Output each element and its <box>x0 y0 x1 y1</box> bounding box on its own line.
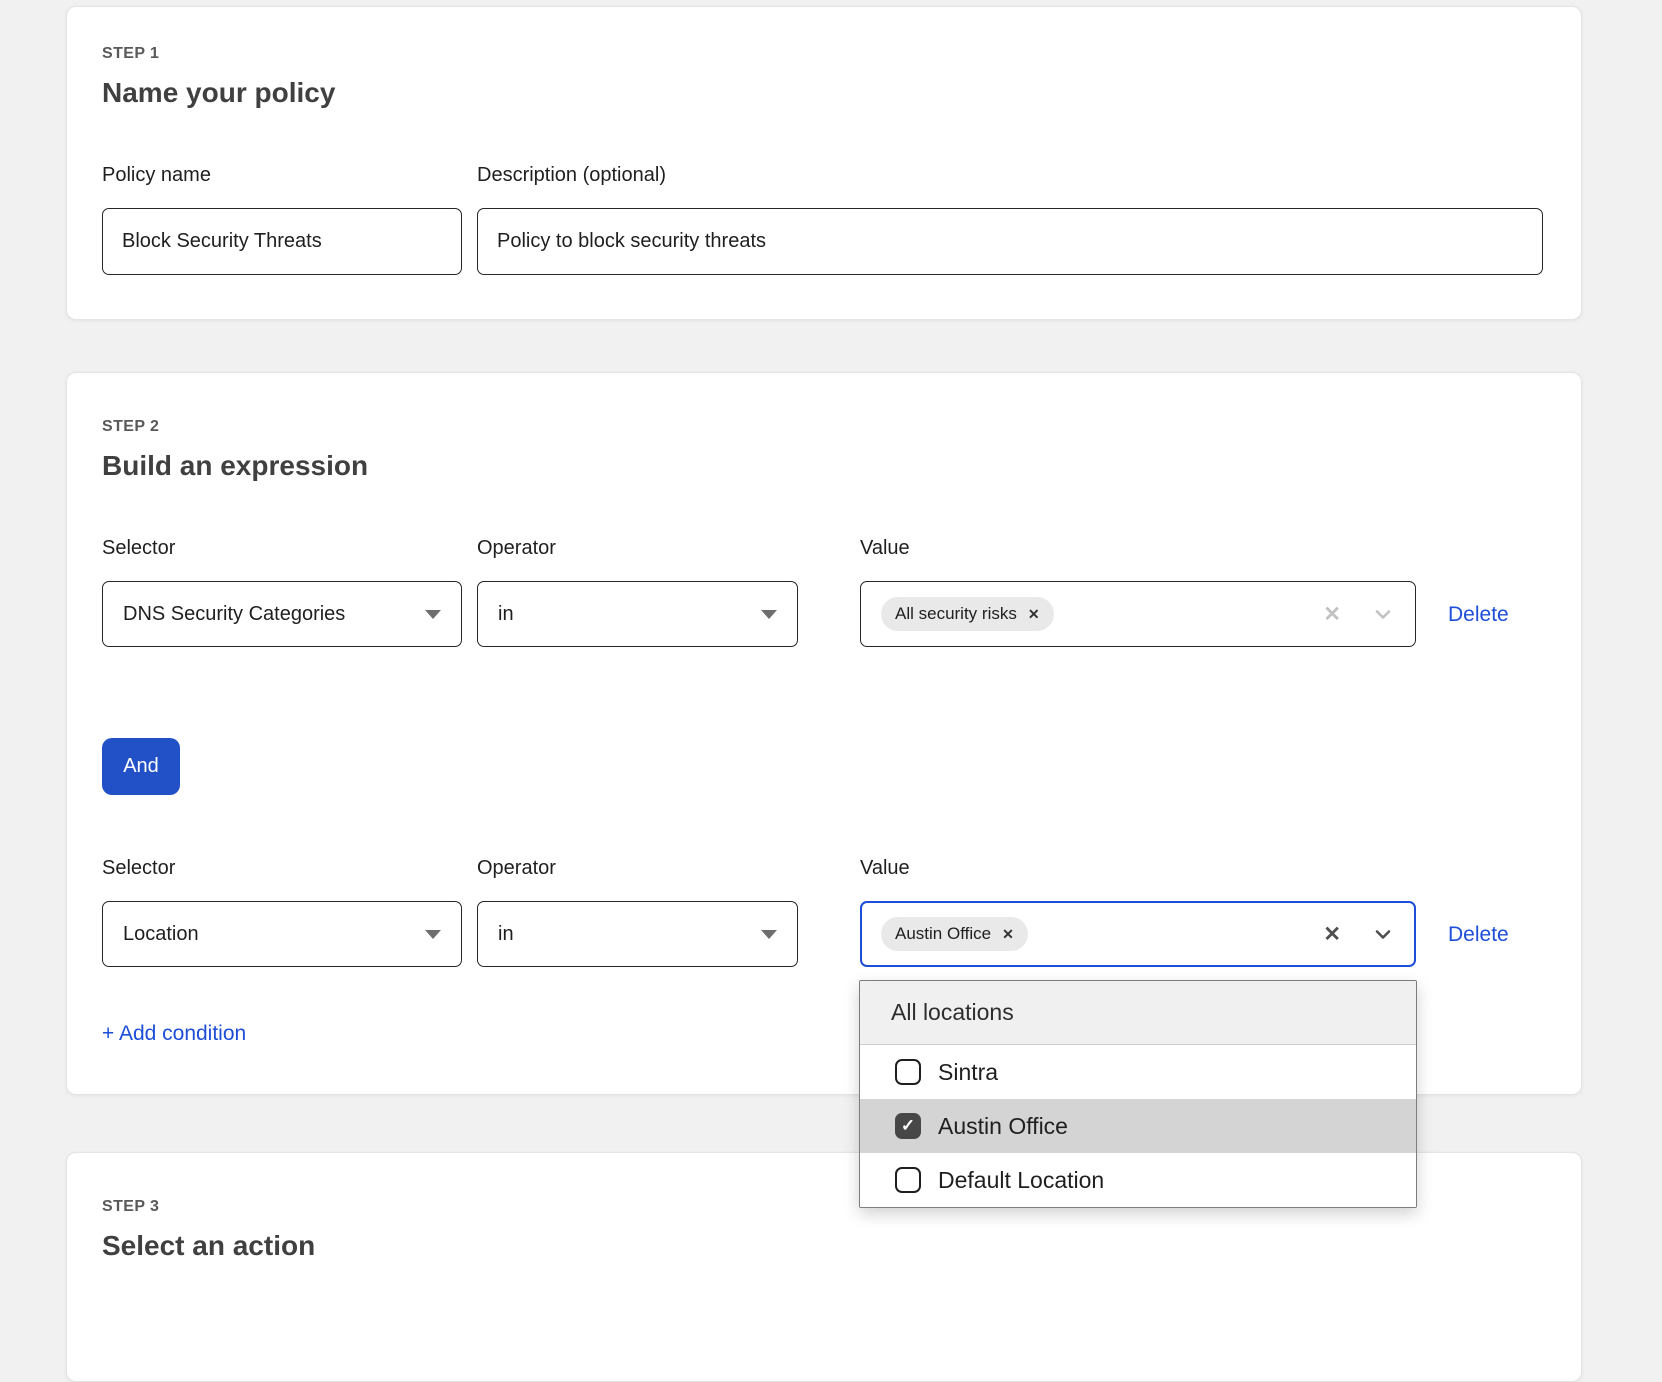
selector-label-2: Selector <box>102 857 462 880</box>
operator-value-1: in <box>498 603 514 626</box>
triangle-down-icon <box>761 930 777 939</box>
value-column-2: Value Austin Office ✕ ✕ All locations <box>860 857 1416 967</box>
description-input[interactable]: Policy to block security threats <box>477 208 1543 275</box>
dropdown-header-all-locations[interactable]: All locations <box>860 981 1416 1045</box>
condition-row-2: Selector Location Operator in Value Aust… <box>102 857 1543 967</box>
selector-value-1: DNS Security Categories <box>123 603 345 626</box>
operator-column-1: Operator in <box>477 537 798 647</box>
triangle-down-icon <box>761 610 777 619</box>
value-tag-text: All security risks <box>895 604 1017 624</box>
clear-field-icon[interactable]: ✕ <box>1323 602 1341 627</box>
add-condition-link[interactable]: + Add condition <box>102 1022 246 1046</box>
and-button[interactable]: And <box>102 738 180 795</box>
policy-name-input[interactable]: Block Security Threats <box>102 208 462 275</box>
condition-row-1: Selector DNS Security Categories Operato… <box>102 537 1543 647</box>
dropdown-option-label: Sintra <box>938 1059 998 1086</box>
selector-dropdown-2[interactable]: Location <box>102 901 462 967</box>
value-tag-text: Austin Office <box>895 924 991 944</box>
delete-condition-link-2[interactable]: Delete <box>1448 923 1509 947</box>
step1-title: Name your policy <box>102 77 1543 108</box>
operator-column-2: Operator in <box>477 857 798 967</box>
value-multiselect-2[interactable]: Austin Office ✕ ✕ All locations Sintra <box>860 901 1416 967</box>
value-label-2: Value <box>860 857 1416 880</box>
operator-label-1: Operator <box>477 537 798 560</box>
value-column-1: Value All security risks ✕ ✕ <box>860 537 1416 647</box>
step1-form-row: Policy name Block Security Threats Descr… <box>102 164 1543 275</box>
checkbox[interactable] <box>895 1167 921 1193</box>
dropdown-option-label: Default Location <box>938 1167 1104 1194</box>
dropdown-option-austin-office[interactable]: Austin Office <box>860 1099 1416 1153</box>
value-label-1: Value <box>860 537 1416 560</box>
delete-condition-link-1[interactable]: Delete <box>1448 603 1509 627</box>
description-label: Description (optional) <box>477 164 1543 187</box>
selector-dropdown-1[interactable]: DNS Security Categories <box>102 581 462 647</box>
selector-column-2: Selector Location <box>102 857 462 967</box>
step3-title: Select an action <box>102 1230 1543 1261</box>
value-tag: All security risks ✕ <box>881 597 1054 631</box>
policy-name-value: Block Security Threats <box>122 230 322 253</box>
description-value: Policy to block security threats <box>497 230 766 253</box>
step2-label: STEP 2 <box>102 418 1543 436</box>
tag-remove-icon[interactable]: ✕ <box>1002 926 1014 943</box>
policy-name-field-group: Policy name Block Security Threats <box>102 164 462 275</box>
selector-column-1: Selector DNS Security Categories <box>102 537 462 647</box>
operator-dropdown-2[interactable]: in <box>477 901 798 967</box>
triangle-down-icon <box>425 610 441 619</box>
selector-label-1: Selector <box>102 537 462 560</box>
value-multiselect-1[interactable]: All security risks ✕ ✕ <box>860 581 1416 647</box>
step1-label: STEP 1 <box>102 45 1543 63</box>
description-field-group: Description (optional) Policy to block s… <box>477 164 1543 275</box>
checkbox[interactable] <box>895 1059 921 1085</box>
locations-dropdown-panel: All locations Sintra Austin Office Defau… <box>859 980 1417 1208</box>
step2-card: STEP 2 Build an expression Selector DNS … <box>66 372 1582 1095</box>
dropdown-option-label: Austin Office <box>938 1113 1068 1140</box>
dropdown-option-sintra[interactable]: Sintra <box>860 1045 1416 1099</box>
checkbox[interactable] <box>895 1113 921 1139</box>
value-tag: Austin Office ✕ <box>881 917 1028 951</box>
chevron-down-icon[interactable] <box>1371 602 1395 626</box>
operator-dropdown-1[interactable]: in <box>477 581 798 647</box>
selector-value-2: Location <box>123 923 199 946</box>
tag-remove-icon[interactable]: ✕ <box>1028 606 1040 623</box>
clear-field-icon[interactable]: ✕ <box>1323 922 1341 947</box>
policy-builder-page: STEP 1 Name your policy Policy name Bloc… <box>0 0 1662 1382</box>
operator-value-2: in <box>498 923 514 946</box>
chevron-down-icon[interactable] <box>1371 922 1395 946</box>
step2-title: Build an expression <box>102 450 1543 481</box>
step1-card: STEP 1 Name your policy Policy name Bloc… <box>66 6 1582 320</box>
triangle-down-icon <box>425 930 441 939</box>
dropdown-option-default-location[interactable]: Default Location <box>860 1153 1416 1207</box>
policy-name-label: Policy name <box>102 164 462 187</box>
operator-label-2: Operator <box>477 857 798 880</box>
